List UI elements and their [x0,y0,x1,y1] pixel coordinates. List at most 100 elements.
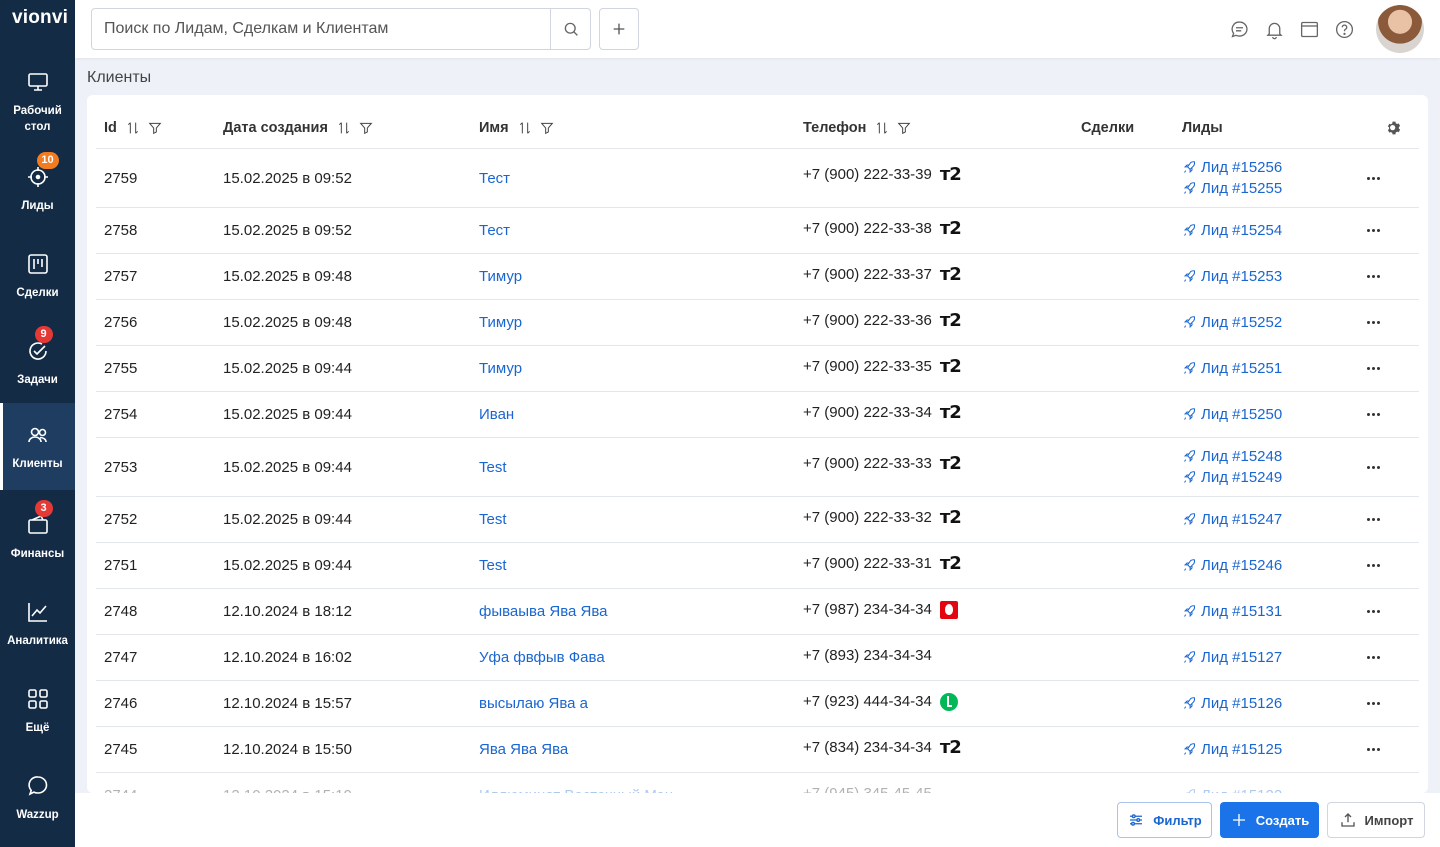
sort-icon[interactable] [517,120,533,136]
sidebar-item-tasks[interactable]: 9 Задачи [0,319,75,406]
row-actions-menu[interactable] [1366,300,1381,345]
table-row[interactable]: 2746 12.10.2024 в 15:57 высылаю Ява а +7 (9… [96,681,1419,727]
table-row[interactable]: 2759 15.02.2025 в 09:52 Тест +7 (900) 222-3… [96,149,1419,208]
lead-link[interactable]: Лид #15126 [1182,695,1282,713]
phone-number[interactable]: +7 (923) 444-34-34 [803,693,932,710]
table-row[interactable]: 2756 15.02.2025 в 09:48 Тимур +7 (900) 222-… [96,300,1419,346]
sidebar-item-wazzup[interactable]: Wazzup [0,754,75,841]
phone-number[interactable]: +7 (900) 222-33-37 [803,266,932,283]
sidebar-item-dashboard[interactable]: Рабочий стол [0,58,75,145]
lead-link[interactable]: Лид #15246 [1182,557,1282,575]
search-input[interactable] [92,9,550,49]
client-name-link[interactable]: Ява Ява Ява [479,727,568,772]
table-row[interactable]: 2755 15.02.2025 в 09:44 Тимур +7 (900) 222-… [96,346,1419,392]
lead-link[interactable]: Лид #15249 [1182,469,1282,487]
sidebar-item-leads[interactable]: 10 Лиды [0,145,75,232]
row-actions-menu[interactable] [1366,149,1381,207]
phone-number[interactable]: +7 (900) 222-33-35 [803,358,932,375]
search-button[interactable] [550,9,590,49]
table-row[interactable]: 2758 15.02.2025 в 09:52 Тест +7 (900) 222-3… [96,208,1419,254]
sidebar-item-more[interactable]: Ещё [0,667,75,754]
phone-number[interactable]: +7 (900) 222-33-33 [803,455,932,472]
client-name-link[interactable]: Тимур [479,300,522,345]
client-name-link[interactable]: Тест [479,208,510,253]
client-name-link[interactable]: Тимур [479,254,522,299]
phone-number[interactable]: +7 (900) 222-33-36 [803,312,932,329]
phone-number[interactable]: +7 (945) 345-45-45 [803,785,932,793]
avatar[interactable] [1376,5,1424,53]
lead-link[interactable]: Лид #15125 [1182,741,1282,759]
lead-link[interactable]: Лид #15253 [1182,268,1282,286]
row-actions-menu[interactable] [1366,497,1381,542]
client-name-link[interactable]: Уфа фвфыв Фава [479,635,605,680]
row-actions-menu[interactable] [1366,727,1381,772]
sidebar-item-finance[interactable]: 3 Финансы [0,493,75,580]
row-actions-menu[interactable] [1366,254,1381,299]
client-name-link[interactable]: Test [479,497,507,542]
row-actions-menu[interactable] [1366,346,1381,391]
row-actions-menu[interactable] [1366,438,1381,496]
gear-icon[interactable] [1385,119,1403,137]
import-button[interactable]: Импорт [1327,802,1425,838]
table-row[interactable]: 2748 12.10.2024 в 18:12 фываыва Ява Ява +7 … [96,589,1419,635]
lead-link[interactable]: Лид #15255 [1182,180,1282,198]
lead-link[interactable]: Лид #15127 [1182,649,1282,667]
quick-add-button[interactable] [599,8,639,50]
phone-number[interactable]: +7 (900) 222-33-34 [803,404,932,421]
table-row[interactable]: 2753 15.02.2025 в 09:44 Test +7 (900) 222-3… [96,438,1419,497]
client-name-link[interactable]: Иллюминат Восточный Мэн [479,773,673,793]
row-actions-menu[interactable] [1366,208,1381,253]
client-name-link[interactable]: Test [479,438,507,496]
phone-number[interactable]: +7 (893) 234-34-34 [803,647,932,664]
filter-button[interactable]: Фильтр [1117,802,1212,838]
table-row[interactable]: 2751 15.02.2025 в 09:44 Test +7 (900) 222-3… [96,543,1419,589]
row-actions-menu[interactable] [1366,392,1381,437]
row-actions-menu[interactable] [1366,589,1381,634]
client-name-link[interactable]: фываыва Ява Ява [479,589,607,634]
phone-number[interactable]: +7 (987) 234-34-34 [803,601,932,618]
lead-link[interactable]: Лид #15254 [1182,222,1282,240]
client-name-link[interactable]: Иван [479,392,514,437]
client-name-link[interactable]: Тимур [479,346,522,391]
lead-link[interactable]: Лид #15256 [1182,159,1282,177]
table-row[interactable]: 2752 15.02.2025 в 09:44 Test +7 (900) 222-3… [96,497,1419,543]
filter-icon[interactable] [147,120,163,136]
row-actions-menu[interactable] [1366,543,1381,588]
sidebar-item-clients[interactable]: Клиенты [0,403,75,490]
filter-icon[interactable] [896,120,912,136]
row-actions-menu[interactable] [1366,681,1381,726]
phone-number[interactable]: +7 (900) 222-33-32 [803,509,932,526]
lead-link[interactable]: Лид #15248 [1182,448,1282,466]
lead-link[interactable]: Лид #15131 [1182,603,1282,621]
client-name-link[interactable]: Тест [479,149,510,207]
phone-number[interactable]: +7 (900) 222-33-38 [803,220,932,237]
sidebar-item-deals[interactable]: Сделки [0,232,75,319]
lead-link[interactable]: Лид #15252 [1182,314,1282,332]
table-row[interactable]: 2744 12.10.2024 в 15:19 Иллюминат Восточны… [96,773,1419,793]
notifications-button[interactable] [1262,17,1286,41]
filter-icon[interactable] [539,120,555,136]
table-row[interactable]: 2754 15.02.2025 в 09:44 Иван +7 (900) 222-3… [96,392,1419,438]
lead-link[interactable]: Лид #15250 [1182,406,1282,424]
phone-number[interactable]: +7 (900) 222-33-31 [803,555,932,572]
row-actions-menu[interactable] [1366,635,1381,680]
filter-icon[interactable] [358,120,374,136]
client-name-link[interactable]: высылаю Ява а [479,681,588,726]
window-button[interactable] [1297,17,1321,41]
table-row[interactable]: 2747 12.10.2024 в 16:02 Уфа фвфыв Фава +7 (… [96,635,1419,681]
help-button[interactable] [1332,17,1356,41]
create-button[interactable]: Создать [1220,802,1319,838]
sort-icon[interactable] [125,120,141,136]
messages-button[interactable] [1227,17,1251,41]
app-logo[interactable]: vionvi [0,0,75,36]
sort-icon[interactable] [336,120,352,136]
phone-number[interactable]: +7 (900) 222-33-39 [803,166,932,183]
sidebar-item-analytics[interactable]: Аналитика [0,580,75,667]
sort-icon[interactable] [874,120,890,136]
lead-link[interactable]: Лид #15251 [1182,360,1282,378]
table-row[interactable]: 2745 12.10.2024 в 15:50 Ява Ява Ява +7 (834… [96,727,1419,773]
lead-link[interactable]: Лид #15247 [1182,511,1282,529]
table-row[interactable]: 2757 15.02.2025 в 09:48 Тимур +7 (900) 222-… [96,254,1419,300]
client-name-link[interactable]: Test [479,543,507,588]
phone-number[interactable]: +7 (834) 234-34-34 [803,739,932,756]
